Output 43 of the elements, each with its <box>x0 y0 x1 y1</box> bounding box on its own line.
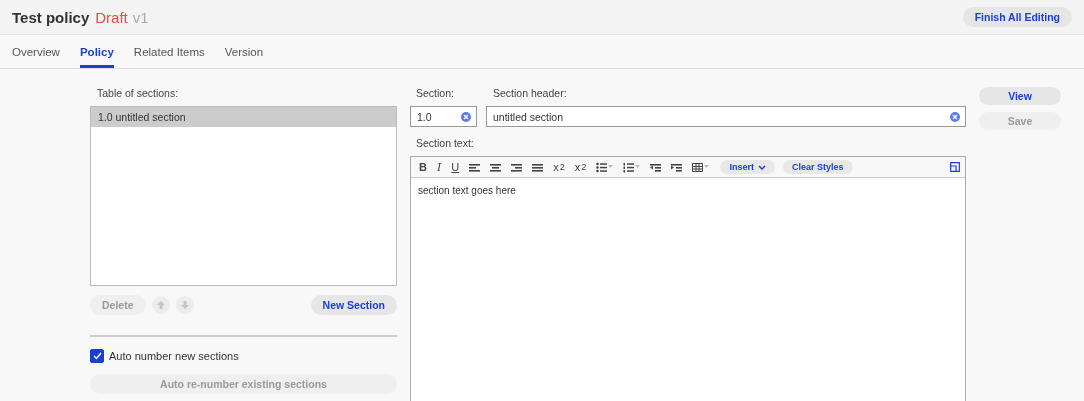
clear-icon[interactable] <box>950 111 960 122</box>
arrow-up-icon <box>156 301 165 309</box>
section-header-label: Section header: <box>493 87 568 99</box>
checkbox[interactable] <box>90 349 104 363</box>
table-icon <box>692 161 704 173</box>
caret-icon <box>704 165 710 169</box>
caret-icon <box>635 165 641 169</box>
section-text-label: Section text: <box>416 137 475 149</box>
chevron-down-icon <box>757 164 766 170</box>
insert-menu-button[interactable]: Insert <box>720 160 775 174</box>
arrow-down-icon <box>180 301 189 309</box>
underline-button[interactable]: U <box>448 159 463 175</box>
italic-button[interactable]: I <box>433 159 445 175</box>
version-label: v1 <box>132 8 149 26</box>
outdent-icon <box>650 161 662 173</box>
section-text-body[interactable]: section text goes here <box>411 178 965 203</box>
clear-icon[interactable] <box>461 111 471 122</box>
finish-editing-button[interactable]: Finish All Editing <box>962 7 1072 27</box>
number-list-icon <box>623 161 635 173</box>
status-label: Draft <box>95 8 128 26</box>
align-left-icon <box>469 161 481 173</box>
indent-icon <box>671 161 683 173</box>
caret-icon <box>608 165 614 169</box>
expand-icon[interactable] <box>950 162 960 172</box>
section-label: Section: <box>416 87 455 99</box>
clear-styles-button[interactable]: Clear Styles <box>782 160 853 174</box>
section-header-field[interactable]: untitled section <box>486 106 966 127</box>
new-section-button[interactable]: New Section <box>310 295 397 315</box>
align-right-icon <box>511 161 523 173</box>
tab[interactable]: Version <box>224 35 264 68</box>
section-item[interactable]: 1.0 untitled section <box>91 107 396 127</box>
bold-button[interactable]: B <box>416 159 430 175</box>
tab[interactable]: Related Items <box>133 35 205 68</box>
page-title: Test policy <box>12 8 90 26</box>
tab[interactable]: Overview <box>12 35 60 68</box>
tab[interactable]: Policy <box>79 35 114 68</box>
side-button[interactable]: View <box>979 87 1061 105</box>
align-center-icon <box>490 161 502 173</box>
sections-label: Table of sections: <box>97 87 180 99</box>
section-number-field[interactable]: 1.0 <box>410 106 477 127</box>
checkbox-label: Auto number new sections <box>109 350 239 362</box>
bullet-list-icon <box>596 161 608 173</box>
justify-icon <box>532 161 544 173</box>
